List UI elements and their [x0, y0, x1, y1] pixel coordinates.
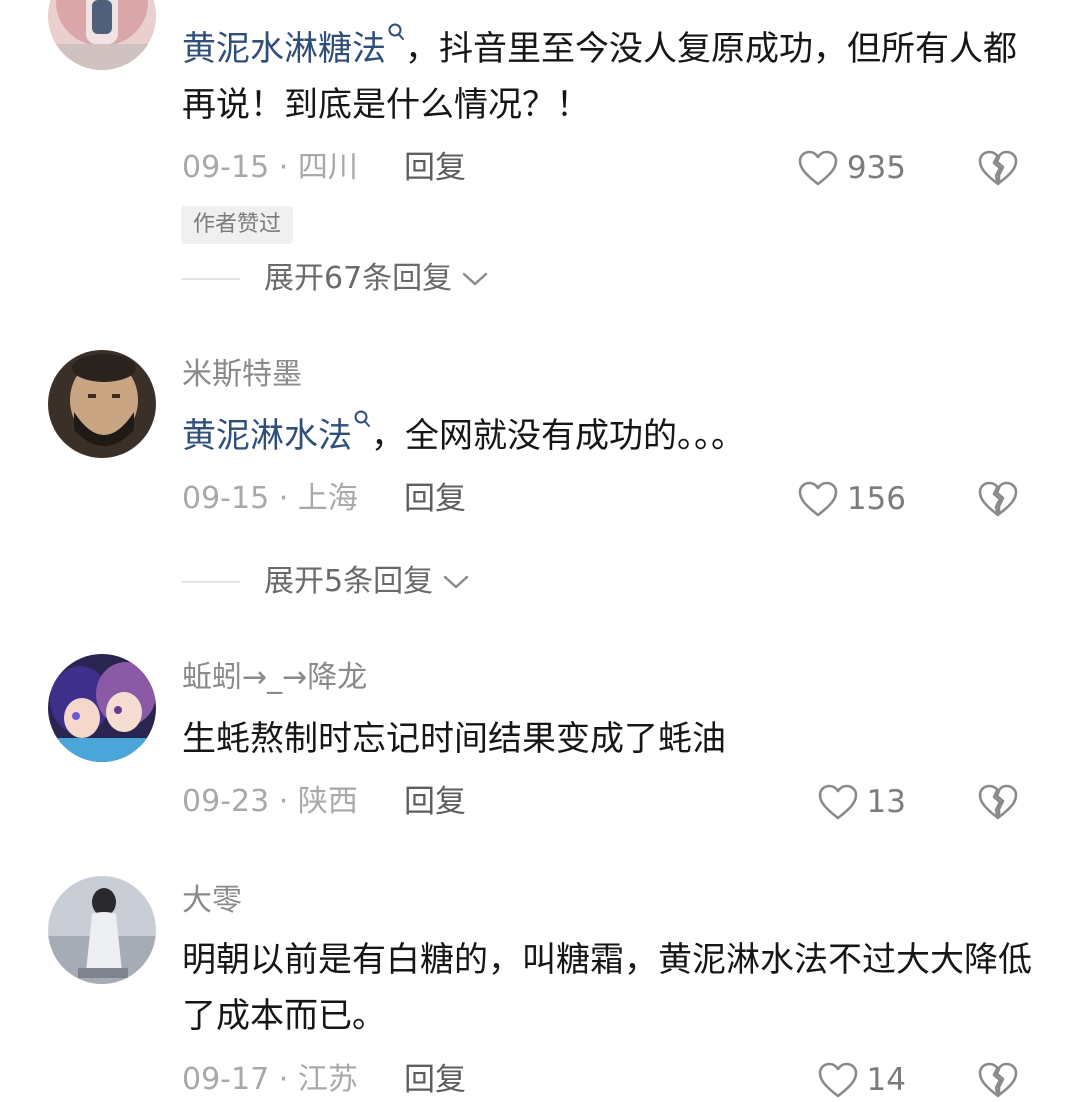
expand-replies: 展开67条回复	[0, 257, 1080, 301]
expand-replies: 展开5条回复	[0, 560, 1080, 604]
chevron-down-icon	[462, 272, 488, 286]
comment-meta: 09-17 · 江苏 回复 14	[0, 1058, 1080, 1102]
avatar[interactable]	[48, 654, 156, 762]
like-button[interactable]: 156	[797, 477, 906, 521]
chevron-down-icon	[443, 575, 469, 589]
username[interactable]: 蚯蚓→_→降龙	[182, 658, 367, 698]
search-icon	[388, 23, 404, 40]
reply-button[interactable]: 回复	[404, 1058, 466, 1102]
comment-item: 大零 明朝以前是有白糖的，叫糖霜，黄泥淋水法不过大大降低了成本而已。 09-17…	[0, 870, 1080, 1098]
comment-meta: 09-15 · 上海 回复 156	[0, 477, 1080, 521]
reply-button[interactable]: 回复	[404, 477, 466, 521]
broken-heart-icon[interactable]	[977, 1060, 1019, 1100]
comment-item: 蚯蚓→_→降龙 生蚝熬制时忘记时间结果变成了蚝油 09-23 · 陕西 回复 1…	[0, 650, 1080, 850]
comment-item: 米斯特墨 黄泥淋水法 ，全网就没有成功的。。。 09-15 · 上海 回复 156…	[0, 340, 1080, 610]
like-button[interactable]: 13	[817, 780, 906, 824]
comment-text: 生蚝熬制时忘记时间结果变成了蚝油	[182, 719, 726, 759]
like-count: 13	[866, 784, 906, 820]
username[interactable]: 大零	[182, 881, 242, 921]
date-location: 09-15 · 四川	[182, 150, 358, 185]
like-button[interactable]: 935	[797, 146, 906, 190]
author-liked-badge: 作者赞过	[181, 206, 294, 244]
comment-text: 明朝以前是有白糖的，叫糖霜，黄泥淋水法不过大大降低了成本而已。	[182, 940, 1032, 1036]
avatar[interactable]	[48, 0, 156, 70]
avatar[interactable]	[48, 876, 156, 984]
heart-outline-icon	[798, 150, 838, 186]
like-count: 156	[846, 481, 906, 517]
reply-button[interactable]: 回复	[404, 780, 466, 824]
heart-outline-icon	[818, 784, 857, 820]
like-count: 935	[846, 150, 906, 186]
reply-button[interactable]: 回复	[404, 146, 466, 190]
divider	[182, 278, 240, 280]
comment-text: 黄泥淋水法 ，全网就没有成功的。。。	[182, 408, 1032, 464]
search-icon	[354, 410, 370, 427]
expand-replies-button[interactable]: 展开67条回复	[264, 257, 490, 301]
divider	[182, 581, 240, 583]
broken-heart-icon[interactable]	[977, 479, 1019, 519]
avatar[interactable]	[48, 350, 156, 458]
heart-outline-icon	[798, 481, 838, 517]
date-location: 09-17 · 江苏	[182, 1062, 358, 1097]
comment-text: 黄泥水淋糖法 ，抖音里至今没人复原成功，但所有人都再说！到底是什么情况？！	[182, 21, 1032, 133]
comment-meta: 09-15 · 四川 回复 935	[0, 146, 1080, 190]
comment-meta: 09-23 · 陕西 回复 13	[0, 780, 1080, 824]
broken-heart-icon[interactable]	[977, 148, 1019, 188]
search-term-link[interactable]: 黄泥淋水法	[182, 410, 371, 456]
search-term-link[interactable]: 黄泥水淋糖法	[182, 23, 405, 69]
broken-heart-icon[interactable]	[977, 782, 1019, 822]
username[interactable]: 米斯特墨	[182, 355, 302, 395]
expand-replies-button[interactable]: 展开5条回复	[264, 560, 471, 604]
heart-outline-icon	[818, 1062, 857, 1098]
date-location: 09-15 · 上海	[182, 481, 358, 516]
like-button[interactable]: 14	[817, 1058, 906, 1102]
comment-item: 黄泥水淋糖法 ，抖音里至今没人复原成功，但所有人都再说！到底是什么情况？！ 09-…	[0, 0, 1080, 300]
like-count: 14	[866, 1062, 906, 1098]
date-location: 09-23 · 陕西	[182, 784, 358, 819]
